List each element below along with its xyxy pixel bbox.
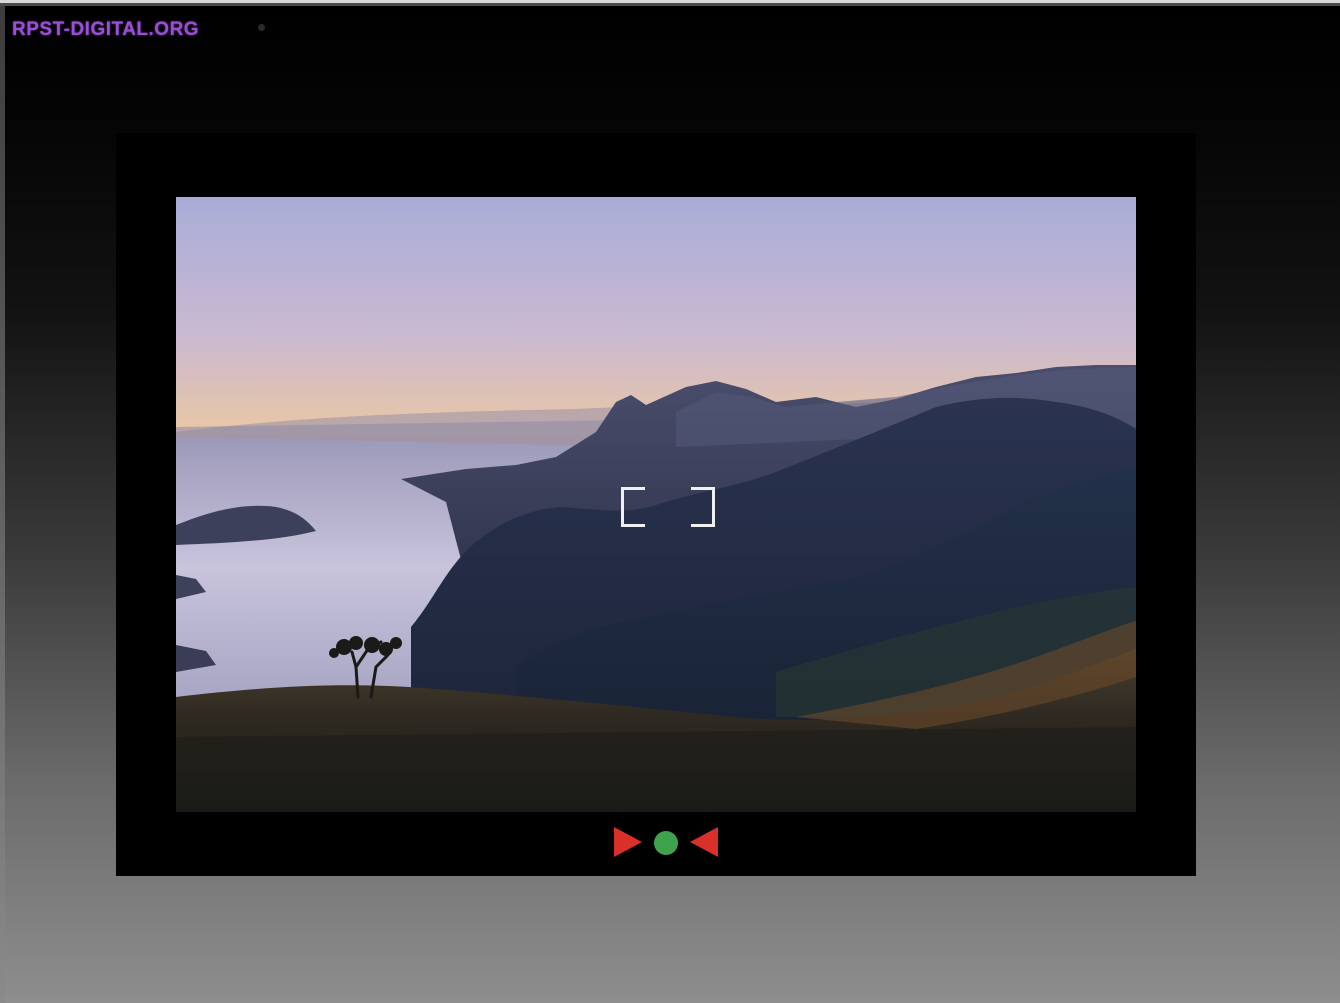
play-right-triangle-icon <box>614 827 642 857</box>
green-dot-icon <box>654 831 678 855</box>
play-pause-button[interactable] <box>654 831 678 855</box>
slideshow-controls <box>116 827 1196 867</box>
focus-bracket-left-icon <box>621 487 645 527</box>
next-slide-button[interactable] <box>614 827 644 857</box>
landscape-image <box>176 197 1136 812</box>
photo-viewer-frame <box>116 133 1196 876</box>
left-border <box>0 6 5 1003</box>
site-watermark: RPST-DIGITAL.ORG <box>12 19 200 40</box>
slideshow-photo[interactable] <box>176 197 1136 812</box>
play-left-triangle-icon <box>690 827 718 857</box>
focus-bracket-right-icon <box>691 487 715 527</box>
watermark-dot <box>258 24 265 31</box>
slideshow-page: RPST-DIGITAL.ORG <box>0 0 1340 1003</box>
previous-slide-button[interactable] <box>690 827 720 857</box>
